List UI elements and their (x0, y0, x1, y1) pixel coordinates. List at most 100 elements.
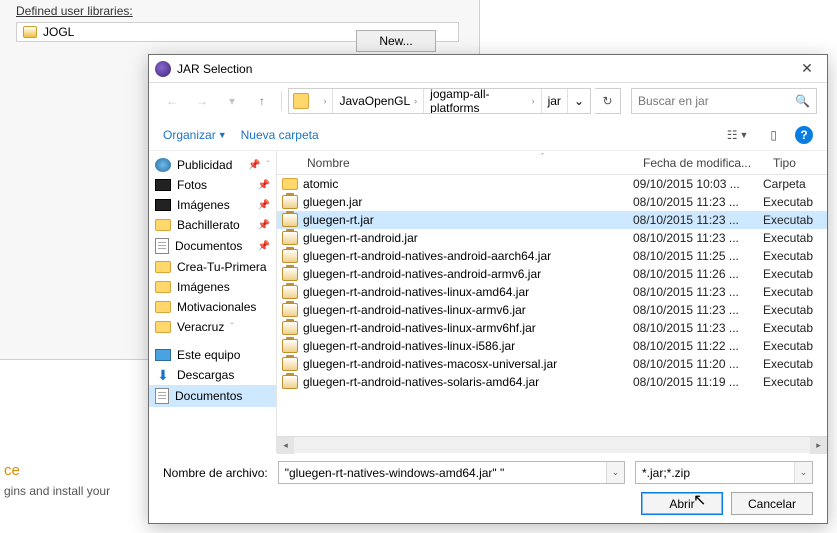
file-row[interactable]: gluegen.jar08/10/2015 11:23 ...Executab (277, 193, 827, 211)
file-date: 08/10/2015 11:23 ... (633, 321, 763, 335)
document-icon (155, 388, 169, 404)
file-row[interactable]: gluegen-rt-android-natives-android-armv6… (277, 265, 827, 283)
h-scrollbar[interactable]: ◂ ▸ (277, 436, 827, 453)
file-date: 08/10/2015 11:22 ... (633, 339, 763, 353)
file-date: 08/10/2015 11:23 ... (633, 285, 763, 299)
sidebar-item[interactable]: Publicidad📌ˆ (149, 155, 276, 175)
dialog-title: JAR Selection (177, 62, 793, 76)
filename-dropdown[interactable]: ⌄ (606, 462, 624, 483)
breadcrumb-3[interactable]: jar (542, 89, 568, 113)
file-date: 08/10/2015 11:20 ... (633, 357, 763, 371)
file-type: Carpeta (763, 177, 827, 191)
file-row[interactable]: gluegen-rt-android.jar08/10/2015 11:23 .… (277, 229, 827, 247)
preview-pane-button[interactable]: ▯ (766, 126, 781, 144)
pin-icon: 📌 (258, 241, 270, 252)
jar-icon (277, 339, 303, 353)
file-row[interactable]: gluegen-rt.jar08/10/2015 11:23 ...Execut… (277, 211, 827, 229)
file-name: atomic (303, 177, 633, 191)
jar-selection-dialog: JAR Selection ✕ ← → ▾ ↑ › JavaOpenGL› jo… (148, 54, 828, 524)
file-name: gluegen-rt-android-natives-android-armv6… (303, 267, 633, 281)
file-date: 08/10/2015 11:23 ... (633, 213, 763, 227)
jar-icon (277, 303, 303, 317)
file-name: gluegen-rt-android-natives-android-aarch… (303, 249, 633, 263)
help-button[interactable]: ? (795, 126, 813, 144)
recent-dropdown[interactable]: ▾ (219, 88, 245, 114)
column-headers[interactable]: ˆ Nombre Fecha de modifica... Tipo (277, 151, 827, 175)
breadcrumb-root[interactable]: › (313, 89, 333, 113)
file-row[interactable]: atomic09/10/2015 10:03 ...Carpeta (277, 175, 827, 193)
sidebar-item[interactable]: Documentos📌 (149, 235, 276, 257)
filetype-filter[interactable]: *.jar;*.zip ⌄ (635, 461, 813, 484)
scroll-right[interactable]: ▸ (810, 437, 827, 454)
up-button[interactable]: ↑ (249, 88, 275, 114)
file-type: Executab (763, 339, 827, 353)
sidebar-item[interactable]: Este equipo (149, 345, 276, 365)
sidebar-item[interactable]: Motivacionales (149, 297, 276, 317)
marketplace-fragment-2: gins and install your (4, 484, 110, 498)
document-icon (155, 238, 169, 254)
jar-icon (277, 231, 303, 245)
jar-icon (277, 249, 303, 263)
sidebar-label: Motivacionales (177, 300, 256, 314)
sidebar-label: Crea-Tu-Primera (177, 260, 267, 274)
back-button[interactable]: ← (159, 88, 185, 114)
breadcrumb-dropdown[interactable]: ⌄ (568, 89, 590, 113)
sidebar-label: Bachillerato (177, 218, 240, 232)
view-mode-button[interactable]: ☷ ▼ (723, 126, 753, 144)
button-row: Abrir Cancelar (163, 492, 813, 515)
refresh-button[interactable]: ↻ (595, 88, 621, 114)
col-date[interactable]: Fecha de modifica... (633, 156, 763, 170)
open-button[interactable]: Abrir (641, 492, 723, 515)
folder-icon (155, 281, 171, 293)
file-row[interactable]: gluegen-rt-android-natives-linux-amd64.j… (277, 283, 827, 301)
pictures-icon (155, 179, 171, 191)
filter-dropdown[interactable]: ⌄ (794, 462, 812, 483)
separator (281, 91, 282, 111)
jar-icon (277, 357, 303, 371)
dialog-body: Publicidad📌ˆFotos📌Imágenes📌Bachillerato📌… (149, 151, 827, 453)
file-row[interactable]: gluegen-rt-android-natives-android-aarch… (277, 247, 827, 265)
forward-button[interactable]: → (189, 88, 215, 114)
new-folder-button[interactable]: Nueva carpeta (241, 128, 319, 142)
sidebar-item[interactable]: Veracruzˇ (149, 317, 276, 337)
breadcrumb-1[interactable]: JavaOpenGL› (333, 89, 424, 113)
pin-icon: 📌 (258, 200, 270, 211)
search-input[interactable]: Buscar en jar 🔍 (631, 88, 817, 114)
close-button[interactable]: ✕ (793, 60, 821, 77)
scroll-left[interactable]: ◂ (277, 437, 294, 454)
sidebar-item[interactable]: Fotos📌 (149, 175, 276, 195)
sidebar-item[interactable]: Imágenes 📌 (149, 195, 276, 215)
file-row[interactable]: gluegen-rt-android-natives-linux-armv6hf… (277, 319, 827, 337)
new-library-button[interactable]: New... (356, 30, 436, 52)
filename-input[interactable]: "gluegen-rt-natives-windows-amd64.jar" "… (278, 461, 625, 484)
sidebar-item[interactable]: Documentos (149, 385, 276, 407)
pictures-icon (155, 199, 171, 211)
cancel-button[interactable]: Cancelar (731, 492, 813, 515)
sidebar-item[interactable]: Imágenes (149, 277, 276, 297)
col-type[interactable]: Tipo (763, 156, 827, 170)
organize-menu[interactable]: Organizar ▼ (163, 128, 227, 142)
file-name: gluegen-rt-android-natives-linux-amd64.j… (303, 285, 633, 299)
sidebar-item[interactable]: ⬇Descargas (149, 365, 276, 385)
file-name: gluegen-rt-android-natives-linux-i586.ja… (303, 339, 633, 353)
sidebar-label: Descargas (177, 368, 234, 382)
nav-row: ← → ▾ ↑ › JavaOpenGL› jogamp-all-platfor… (149, 83, 827, 119)
breadcrumb-bar[interactable]: › JavaOpenGL› jogamp-all-platforms› jar … (288, 88, 591, 114)
sidebar-label: Imágenes (177, 198, 230, 212)
file-row[interactable]: gluegen-rt-android-natives-solaris-amd64… (277, 373, 827, 391)
col-name[interactable]: Nombre (277, 156, 633, 170)
sidebar-label: Publicidad (177, 158, 232, 172)
breadcrumb-2[interactable]: jogamp-all-platforms› (424, 89, 541, 113)
sidebar-item[interactable]: Bachillerato 📌 (149, 215, 276, 235)
file-name: gluegen-rt-android-natives-macosx-univer… (303, 357, 633, 371)
file-row[interactable]: gluegen-rt-android-natives-linux-armv6.j… (277, 301, 827, 319)
file-date: 08/10/2015 11:19 ... (633, 375, 763, 389)
sidebar-item[interactable]: Crea-Tu-Primera (149, 257, 276, 277)
pin-icon: 📌 (258, 220, 270, 231)
dialog-footer: Nombre de archivo: "gluegen-rt-natives-w… (149, 453, 827, 523)
file-row[interactable]: gluegen-rt-android-natives-linux-i586.ja… (277, 337, 827, 355)
file-type: Executab (763, 267, 827, 281)
file-row[interactable]: gluegen-rt-android-natives-macosx-univer… (277, 355, 827, 373)
sidebar-label: Imágenes (177, 280, 230, 294)
scroll-hint: ˆ (267, 160, 270, 171)
